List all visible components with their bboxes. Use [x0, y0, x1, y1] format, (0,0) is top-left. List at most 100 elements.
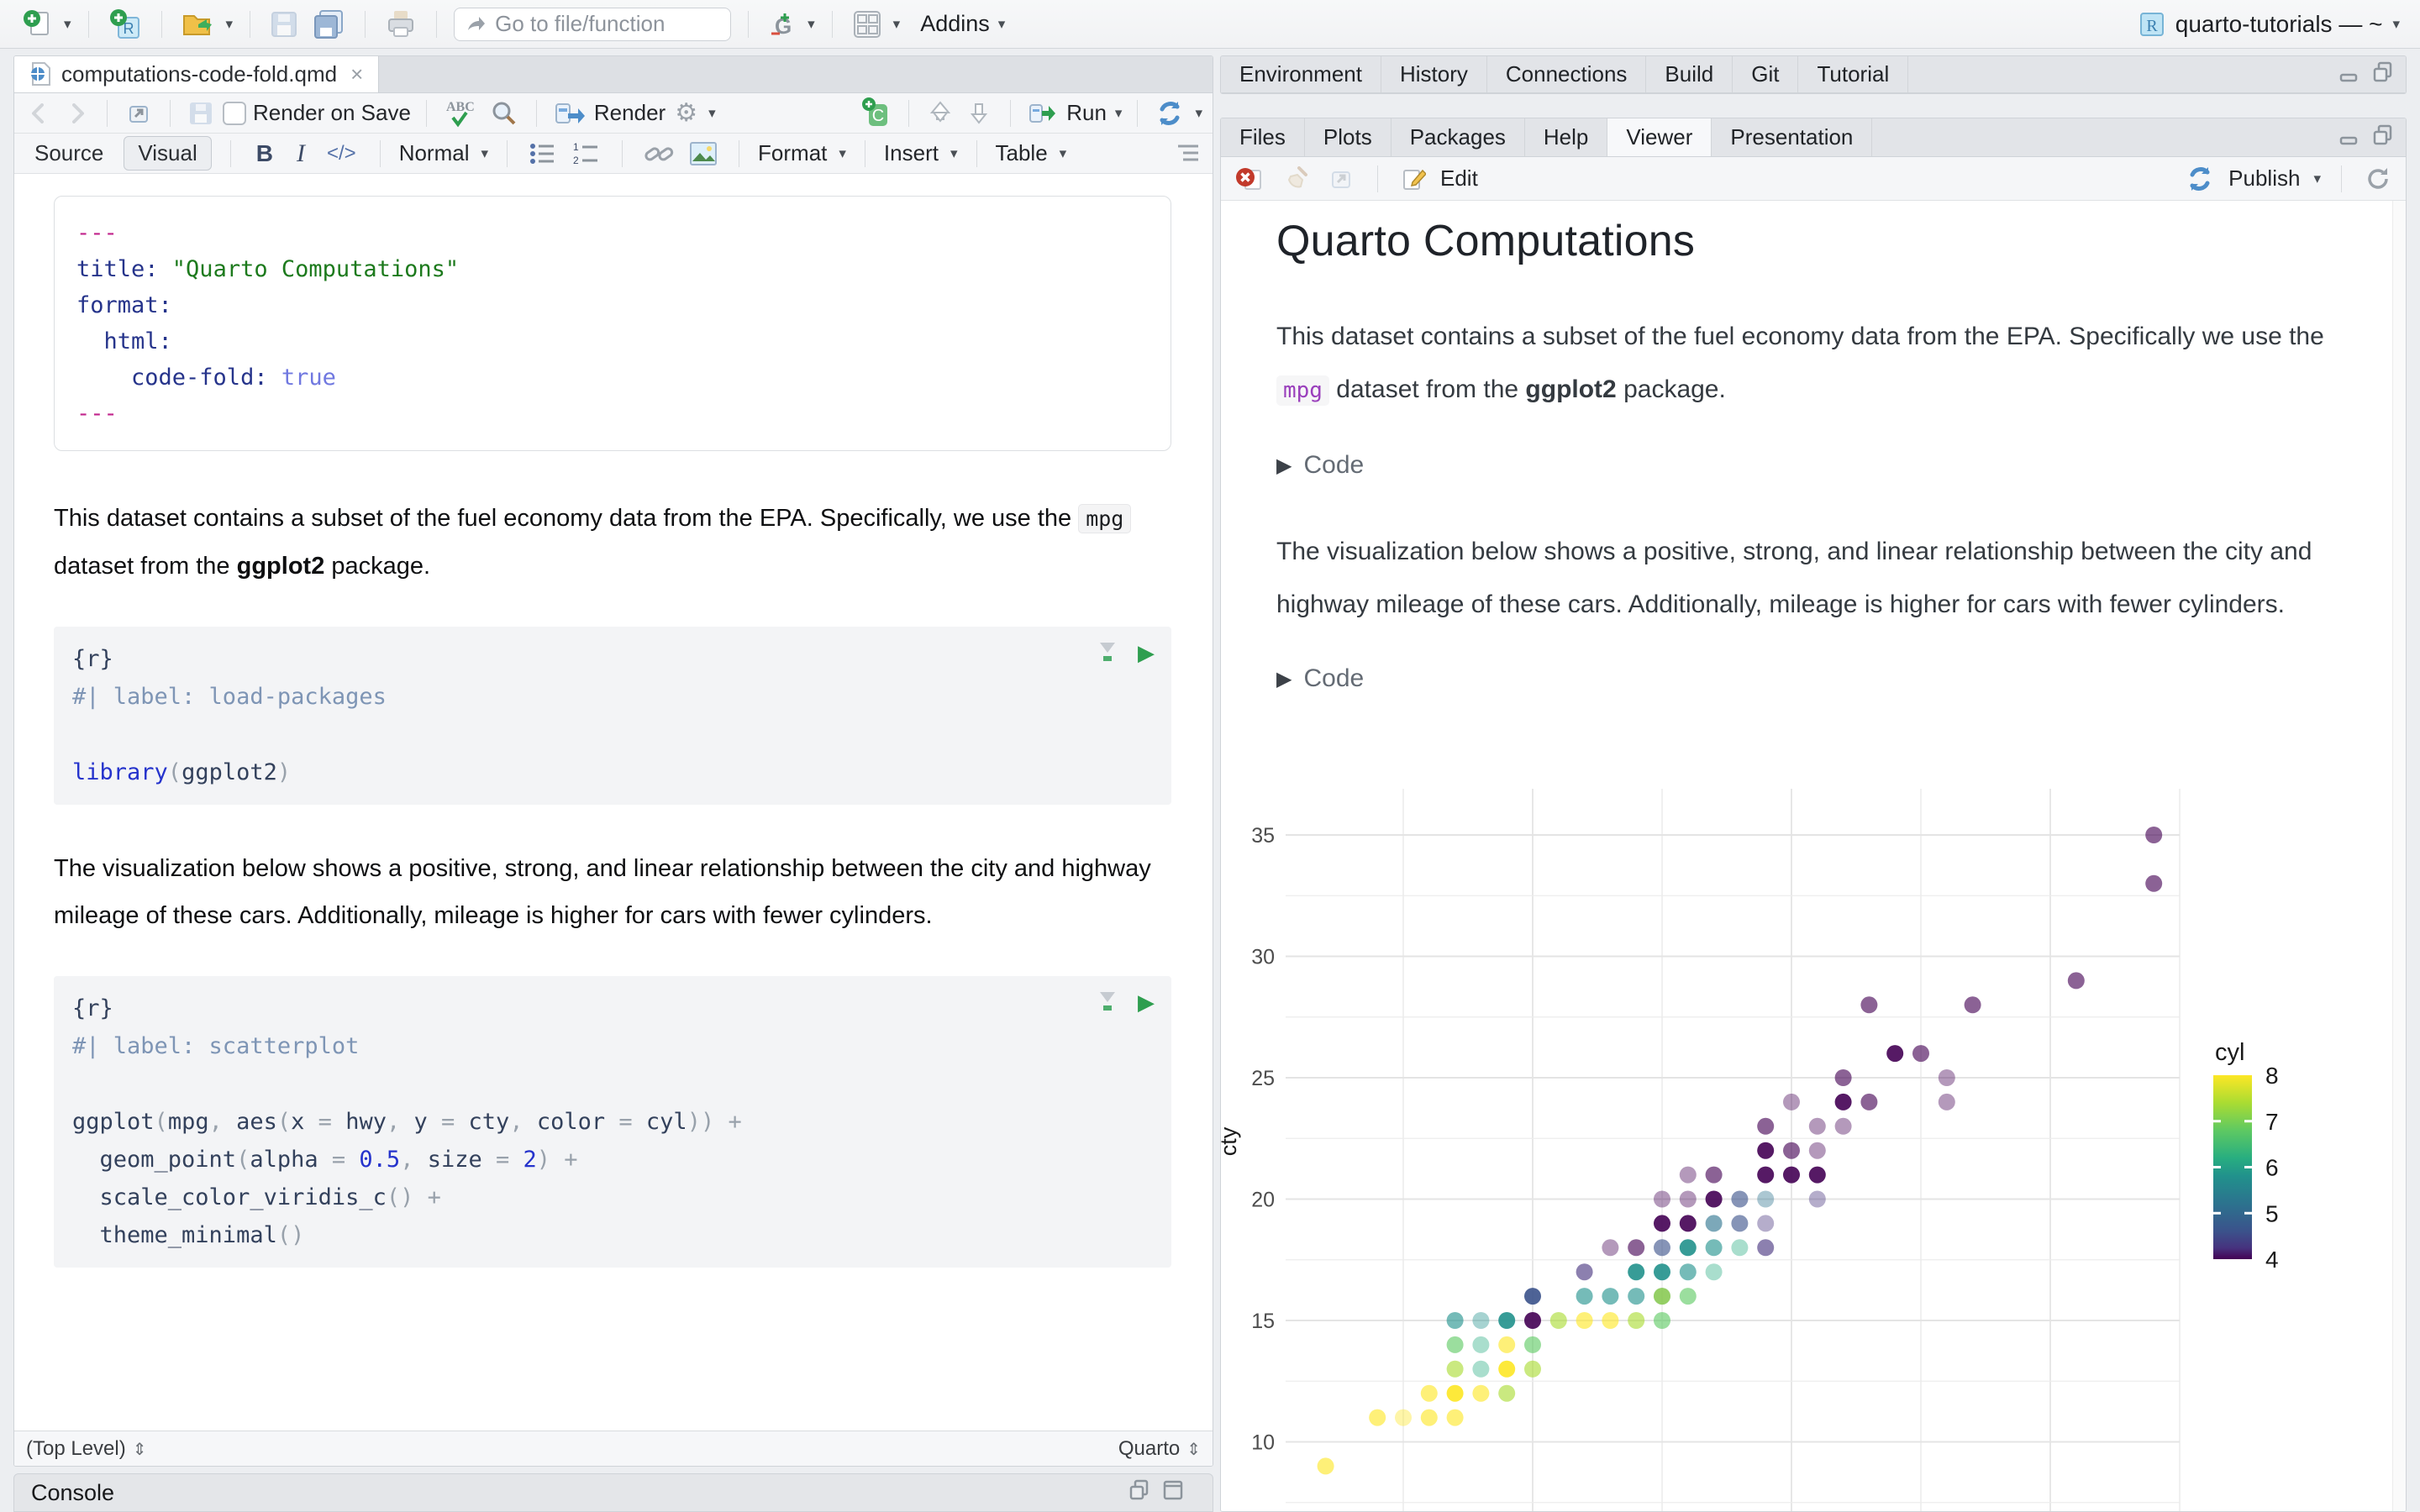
render-on-save-checkbox[interactable]: [223, 101, 246, 125]
numbered-list-icon[interactable]: 12: [570, 139, 603, 168]
project-menu[interactable]: R quarto-tutorials — ~ ▾: [2137, 9, 2400, 39]
popout-icon[interactable]: [123, 97, 155, 129]
bullet-list-icon[interactable]: [526, 139, 560, 168]
minimize-icon[interactable]: [2338, 61, 2360, 87]
print-icon[interactable]: [382, 7, 419, 42]
run-chunk-icon[interactable]: ▶: [1138, 990, 1155, 1016]
table-menu[interactable]: Table: [996, 140, 1048, 166]
rerun-caret[interactable]: ▾: [1195, 105, 1202, 122]
version-control-icon[interactable]: G: [765, 6, 799, 43]
image-icon[interactable]: [687, 139, 720, 169]
open-file-icon[interactable]: [179, 7, 218, 42]
search-icon[interactable]: [487, 97, 521, 130]
tab-build[interactable]: Build: [1646, 56, 1733, 92]
run-caret[interactable]: ▾: [1115, 105, 1123, 122]
tab-history[interactable]: History: [1381, 56, 1487, 92]
code-button[interactable]: </>: [322, 142, 361, 165]
italic-button[interactable]: I: [290, 139, 312, 168]
render-settings-caret[interactable]: ▾: [708, 105, 716, 122]
run-next-chunks-icon[interactable]: [963, 97, 995, 130]
outline-icon[interactable]: [1171, 140, 1202, 167]
save-icon[interactable]: [267, 8, 301, 41]
new-project-icon[interactable]: R: [106, 5, 145, 44]
console-pane-header[interactable]: Console: [13, 1473, 1213, 1512]
publish-icon[interactable]: [2183, 162, 2217, 196]
tab-presentation[interactable]: Presentation: [1712, 118, 1873, 156]
save-all-icon[interactable]: [309, 7, 348, 42]
minimize-icon[interactable]: [2338, 124, 2360, 150]
new-file-caret[interactable]: ▾: [64, 16, 71, 33]
edit-label[interactable]: Edit: [1440, 165, 1478, 192]
editor-paragraph-1[interactable]: This dataset contains a subset of the fu…: [54, 495, 1171, 590]
tab-close-icon[interactable]: ×: [350, 61, 363, 87]
format-caret[interactable]: ▾: [839, 145, 846, 162]
paragraph-style-caret[interactable]: ▾: [481, 145, 488, 162]
maximize-icon[interactable]: [2372, 124, 2394, 150]
run-all-above-icon[interactable]: [1094, 638, 1121, 667]
panes-layout-icon[interactable]: [850, 7, 885, 42]
editor-tab[interactable]: computations-code-fold.qmd ×: [14, 56, 380, 92]
forward-icon[interactable]: [61, 98, 92, 129]
editor-paragraph-2[interactable]: The visualization below shows a positive…: [54, 845, 1171, 939]
run-chunk-icon[interactable]: ▶: [1138, 640, 1155, 666]
tab-git[interactable]: Git: [1733, 56, 1799, 92]
rerun-icon[interactable]: [1153, 97, 1186, 130]
broom-icon[interactable]: [1280, 162, 1313, 196]
open-file-caret[interactable]: ▾: [226, 16, 234, 33]
minimize-icon[interactable]: [1128, 1479, 1150, 1507]
edit-icon[interactable]: [1398, 163, 1428, 195]
viewer-scrollbar[interactable]: [2392, 201, 2406, 1511]
addins-menu[interactable]: Addins: [920, 11, 990, 37]
tab-viewer[interactable]: Viewer: [1607, 118, 1712, 156]
format-menu[interactable]: Format: [758, 140, 827, 166]
run-previous-chunks-icon[interactable]: [924, 97, 956, 130]
tab-connections[interactable]: Connections: [1487, 56, 1647, 92]
run-label[interactable]: Run: [1066, 100, 1107, 126]
publish-label[interactable]: Publish: [2228, 165, 2300, 192]
insert-menu[interactable]: Insert: [884, 140, 939, 166]
tab-files[interactable]: Files: [1221, 118, 1305, 156]
back-icon[interactable]: [24, 98, 55, 129]
render-settings-gear-icon[interactable]: ⚙: [672, 96, 700, 130]
render-icon[interactable]: [552, 98, 587, 129]
visual-mode-button[interactable]: Visual: [124, 136, 212, 171]
refresh-icon[interactable]: [2362, 163, 2394, 195]
link-icon[interactable]: [641, 139, 676, 168]
publish-caret[interactable]: ▾: [2313, 171, 2321, 187]
code-fold-button-1[interactable]: ▶ Code: [1276, 451, 2352, 480]
yaml-block[interactable]: --- title: "Quarto Computations" format: h…: [54, 196, 1171, 451]
version-control-caret[interactable]: ▾: [808, 16, 815, 33]
bold-button[interactable]: B: [250, 140, 280, 167]
maximize-icon[interactable]: [1162, 1479, 1184, 1507]
spellcheck-icon[interactable]: ABC: [442, 95, 481, 132]
maximize-icon[interactable]: [2372, 61, 2394, 87]
panes-caret[interactable]: ▾: [893, 16, 901, 33]
viewer-content[interactable]: Quarto Computations This dataset contain…: [1221, 201, 2406, 1511]
tab-packages[interactable]: Packages: [1392, 118, 1525, 156]
tab-tutorial[interactable]: Tutorial: [1798, 56, 1909, 92]
run-icon[interactable]: [1026, 99, 1060, 128]
visual-editor-canvas[interactable]: --- title: "Quarto Computations" format: h…: [14, 174, 1213, 1431]
addins-caret[interactable]: ▾: [998, 16, 1006, 33]
insert-chunk-icon[interactable]: C: [858, 95, 893, 132]
outline-location-selector[interactable]: (Top Level) ⇕: [26, 1437, 147, 1461]
code-chunk-scatterplot[interactable]: ▶ {r} #| label: scatterplot ggplot(mpg, a…: [54, 976, 1171, 1268]
render-label[interactable]: Render: [594, 100, 666, 126]
code-fold-button-2[interactable]: ▶ Code: [1276, 664, 2352, 693]
tab-environment[interactable]: Environment: [1221, 56, 1381, 92]
table-caret[interactable]: ▾: [1060, 145, 1067, 162]
tab-help[interactable]: Help: [1525, 118, 1608, 156]
paragraph-style-select[interactable]: Normal: [399, 140, 470, 166]
run-all-above-icon[interactable]: [1094, 988, 1121, 1016]
source-mode-button[interactable]: Source: [24, 137, 113, 170]
viewer-popout-icon[interactable]: [1325, 163, 1357, 195]
goto-file-input[interactable]: Go to file/function: [454, 7, 732, 41]
clear-viewer-icon[interactable]: [1233, 161, 1268, 197]
new-file-icon[interactable]: [20, 7, 55, 42]
save-document-icon[interactable]: [186, 98, 216, 129]
code-chunk-load-packages[interactable]: ▶ {r} #| label: load-packages library(ggp…: [54, 627, 1171, 805]
insert-caret[interactable]: ▾: [950, 145, 958, 162]
document-type-selector[interactable]: Quarto ⇕: [1118, 1437, 1201, 1461]
tab-plots[interactable]: Plots: [1305, 118, 1392, 156]
separator: [87, 10, 89, 38]
